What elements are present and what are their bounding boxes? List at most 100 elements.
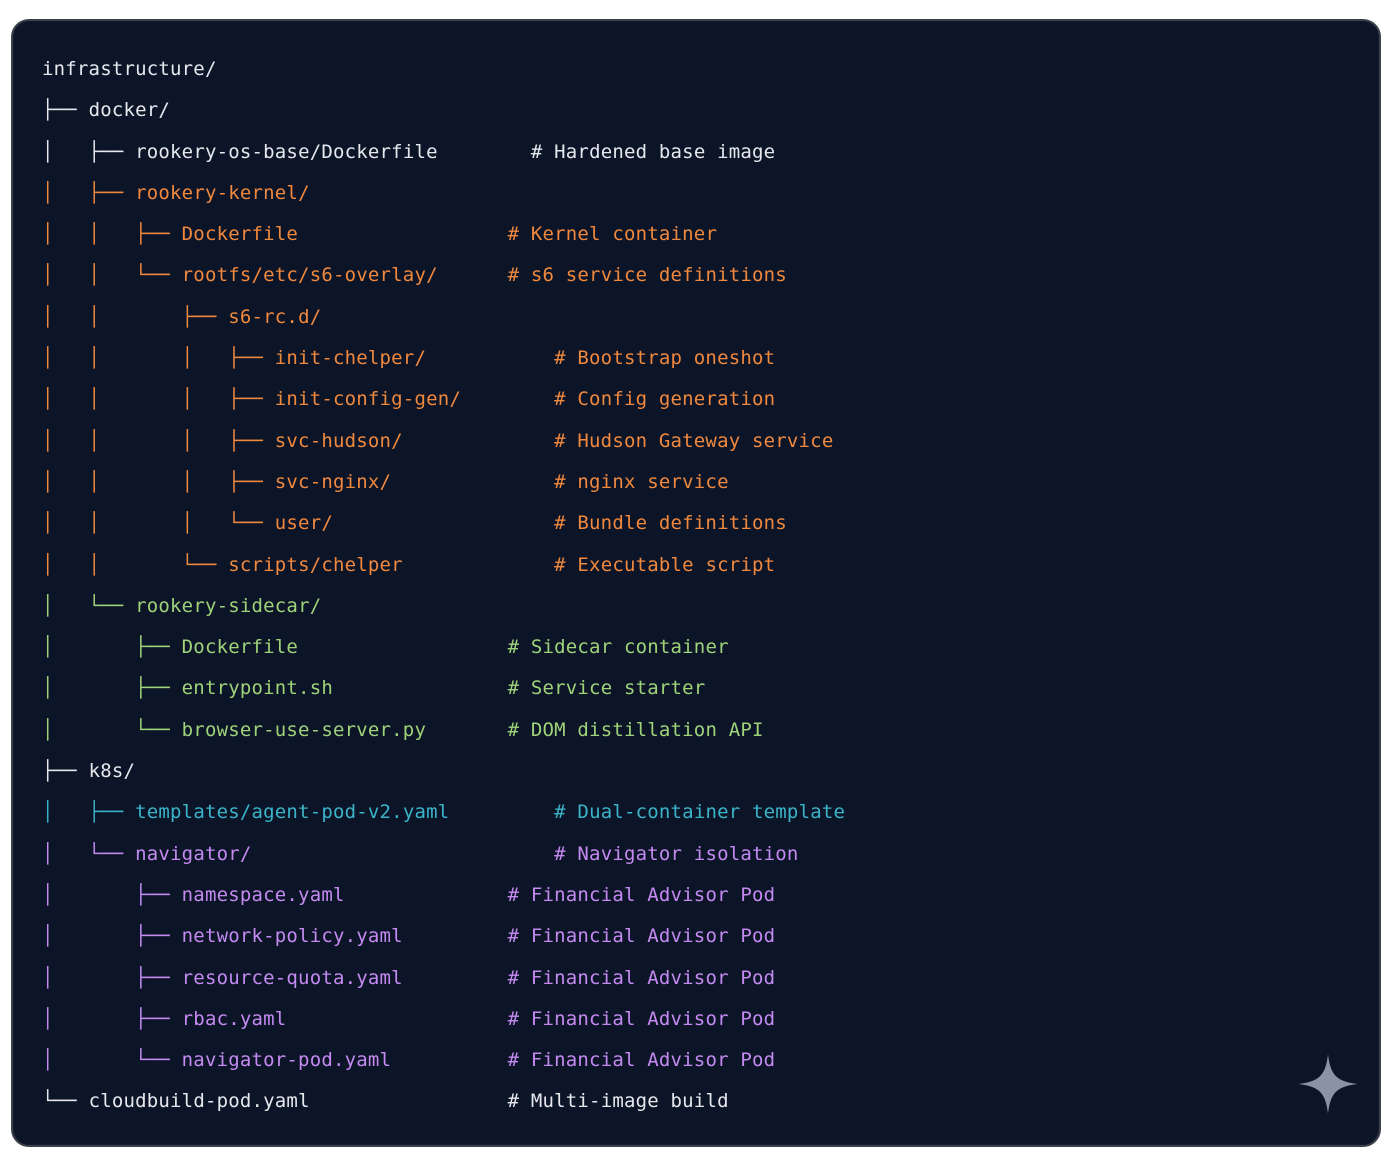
tree-branch-prefix: ├── <box>42 760 89 783</box>
tree-entry-name: s6-rc.d/ <box>228 305 322 328</box>
tree-comment-gap <box>461 388 554 410</box>
tree-entry-comment: # Multi-image build <box>507 1090 729 1113</box>
tree-line: │ ├── network-policy.yaml # Financial Ad… <box>42 916 845 957</box>
tree-entry-name: entrypoint.sh <box>181 677 333 700</box>
tree-comment-gap <box>286 1008 507 1030</box>
tree-comment-gap <box>333 677 508 699</box>
tree-branch-prefix: │ └── <box>42 594 136 617</box>
tree-line: │ ├── resource-quota.yaml # Financial Ad… <box>42 958 845 999</box>
tree-branch-prefix: │ │ └── <box>42 264 182 287</box>
tree-branch-prefix: ├── <box>42 99 89 122</box>
tree-line: └── cloudbuild-pod.yaml # Multi-image bu… <box>42 1081 845 1122</box>
tree-branch-prefix: │ │ │ ├── <box>42 347 275 370</box>
tree-entry-name: navigator-pod.yaml <box>181 1049 392 1072</box>
tree-comment-gap <box>391 471 554 493</box>
tree-comment-gap <box>252 843 555 865</box>
tree-branch-prefix: │ │ ├── <box>42 223 182 246</box>
tree-entry-name: network-policy.yaml <box>181 925 403 948</box>
tree-comment-gap <box>438 141 531 163</box>
tree-entry-comment: # s6 service definitions <box>507 264 787 287</box>
tree-entry-comment: # Kernel container <box>507 223 718 246</box>
tree-line: │ │ │ ├── svc-nginx/ # nginx service <box>42 462 845 503</box>
tree-branch-prefix: └── <box>42 1090 89 1113</box>
tree-comment-gap <box>403 554 554 576</box>
tree-line: │ └── navigator-pod.yaml # Financial Adv… <box>42 1040 845 1081</box>
tree-entry-comment: # Navigator isolation <box>554 842 799 865</box>
tree-line: │ │ │ ├── init-chelper/ # Bootstrap ones… <box>42 338 845 379</box>
tree-comment-gap <box>391 1049 507 1071</box>
tree-branch-prefix: │ ├── <box>42 636 182 659</box>
tree-entry-comment: # Service starter <box>507 677 706 700</box>
tree-line: │ │ ├── s6-rc.d/ <box>42 297 845 338</box>
tree-entry-name: rookery-os-base/Dockerfile <box>135 140 438 163</box>
tree-entry-comment: # Dual-container template <box>554 801 846 824</box>
tree-entry-comment: # Financial Advisor Pod <box>507 883 776 906</box>
tree-line: │ │ └── rootfs/etc/s6-overlay/ # s6 serv… <box>42 255 845 296</box>
tree-line: │ ├── namespace.yaml # Financial Advisor… <box>42 875 845 916</box>
tree-entry-name: rootfs/etc/s6-overlay/ <box>181 264 438 287</box>
code-block-panel: infrastructure/ ├── docker/ │ ├── rookery-… <box>11 19 1381 1147</box>
tree-branch-prefix: │ │ └── <box>42 553 229 576</box>
tree-line: │ │ ├── Dockerfile # Kernel container <box>42 214 845 255</box>
tree-comment-gap <box>345 884 508 906</box>
tree-branch-prefix: │ │ │ ├── <box>42 429 275 452</box>
tree-branch-prefix: │ ├── <box>42 1007 182 1030</box>
tree-entry-name: scripts/chelper <box>228 553 403 576</box>
tree-branch-prefix: │ └── <box>42 842 136 865</box>
tree-entry-comment: # Config generation <box>554 388 776 411</box>
tree-entry-name: svc-nginx/ <box>274 470 392 493</box>
tree-branch-prefix: │ ├── <box>42 925 182 948</box>
tree-line: │ ├── rookery-os-base/Dockerfile # Harde… <box>42 132 845 173</box>
tree-line: │ │ │ └── user/ # Bundle definitions <box>42 503 845 544</box>
tree-branch-prefix: │ ├── <box>42 883 182 906</box>
tree-entry-name: namespace.yaml <box>181 883 345 906</box>
tree-line: │ ├── rbac.yaml # Financial Advisor Pod <box>42 999 845 1040</box>
tree-comment-gap <box>403 430 554 452</box>
tree-entry-name: svc-hudson/ <box>274 429 403 452</box>
tree-entry-comment: # Financial Advisor Pod <box>507 1007 776 1030</box>
tree-comment-gap <box>298 636 508 658</box>
tree-entry-comment: # Executable script <box>554 553 776 576</box>
tree-entry-comment: # Hardened base image <box>530 140 776 163</box>
tree-entry-name: init-config-gen/ <box>274 388 462 411</box>
tree-comment-gap <box>310 1090 508 1112</box>
tree-entry-comment: # Hudson Gateway service <box>554 429 834 452</box>
tree-entry-name: browser-use-server.py <box>181 718 427 741</box>
tree-line: │ ├── Dockerfile # Sidecar container <box>42 627 845 668</box>
tree-entry-name: navigator/ <box>135 842 252 865</box>
tree-entry-name: Dockerfile <box>181 636 299 659</box>
tree-entry-name: resource-quota.yaml <box>181 966 403 989</box>
tree-entry-comment: # DOM distillation API <box>507 718 764 741</box>
tree-line: │ └── rookery-sidecar/ <box>42 586 845 627</box>
tree-entry-name: docker/ <box>88 99 171 122</box>
tree-entry-comment: # Financial Advisor Pod <box>507 925 776 948</box>
tree-line: infrastructure/ <box>42 49 845 90</box>
tree-entry-comment: # Bootstrap oneshot <box>554 347 776 370</box>
tree-entry-comment: # nginx service <box>554 470 729 493</box>
tree-entry-comment: # Bundle definitions <box>554 512 787 535</box>
tree-entry-comment: # Financial Advisor Pod <box>507 966 776 989</box>
tree-entry-name: infrastructure/ <box>42 58 217 80</box>
tree-line: ├── k8s/ <box>42 751 845 792</box>
tree-branch-prefix: │ ├── <box>42 801 136 824</box>
directory-tree: infrastructure/ ├── docker/ │ ├── rookery-… <box>42 49 845 1123</box>
tree-comment-gap <box>403 925 508 947</box>
tree-entry-name: rookery-kernel/ <box>135 181 310 204</box>
tree-branch-prefix: │ ├── <box>42 677 182 700</box>
tree-branch-prefix: │ │ │ └── <box>42 512 275 535</box>
tree-entry-name: user/ <box>274 512 333 535</box>
tree-branch-prefix: │ ├── <box>42 140 136 163</box>
tree-line: │ └── browser-use-server.py # DOM distil… <box>42 710 845 751</box>
tree-comment-gap <box>449 801 554 823</box>
tree-branch-prefix: │ │ │ ├── <box>42 388 275 411</box>
tree-entry-name: cloudbuild-pod.yaml <box>88 1090 310 1113</box>
tree-comment-gap <box>426 347 554 369</box>
tree-comment-gap <box>438 264 508 286</box>
tree-branch-prefix: │ └── <box>42 1049 182 1072</box>
tree-entry-comment: # Sidecar container <box>507 636 729 659</box>
tree-entry-name: init-chelper/ <box>274 347 427 370</box>
tree-line: │ ├── rookery-kernel/ <box>42 173 845 214</box>
tree-entry-name: rookery-sidecar/ <box>135 594 322 617</box>
tree-entry-comment: # Financial Advisor Pod <box>507 1049 776 1072</box>
tree-branch-prefix: │ ├── <box>42 181 136 204</box>
